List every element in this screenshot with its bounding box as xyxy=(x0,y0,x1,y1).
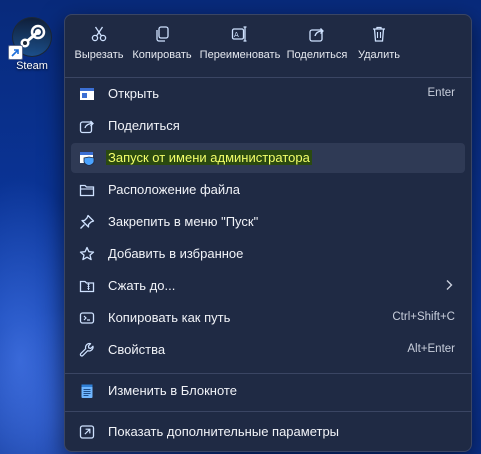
rename-icon: A xyxy=(231,26,247,42)
menu-item-copy-as-path[interactable]: Копировать как путь Ctrl+Shift+C xyxy=(71,303,465,333)
steam-desktop-shortcut[interactable]: Steam xyxy=(6,16,58,80)
cut-label: Вырезать xyxy=(74,49,124,61)
menu-item-label: Расположение файла xyxy=(108,182,240,197)
copy-button[interactable]: Копировать xyxy=(129,23,195,73)
zip-folder-icon xyxy=(79,280,95,293)
menu-item-file-location[interactable]: Расположение файла xyxy=(71,175,465,205)
menu-item-label: Открыть xyxy=(108,86,160,101)
trash-icon xyxy=(373,26,385,42)
menu-item-compress-to[interactable]: Сжать до... xyxy=(71,271,465,301)
pin-icon xyxy=(80,214,95,229)
menu-item-open[interactable]: Открыть Enter xyxy=(71,79,465,109)
menu-item-label: Копировать как путь xyxy=(108,310,231,325)
menu-item-pin-to-start[interactable]: Закрепить в меню "Пуск" xyxy=(71,207,465,237)
menu-item-label: Изменить в Блокноте xyxy=(108,383,237,398)
menu-item-shortcut: Enter xyxy=(427,87,456,99)
notepad-icon xyxy=(81,384,93,398)
wrench-icon xyxy=(79,342,94,357)
menu-item-edit-in-notepad[interactable]: Изменить в Блокноте xyxy=(71,376,465,406)
copy-path-icon xyxy=(79,312,95,324)
star-icon xyxy=(79,246,95,261)
menu-item-label: Поделиться xyxy=(108,118,180,133)
share-toolbar-button[interactable]: Поделиться xyxy=(284,23,350,73)
scissors-icon xyxy=(91,26,107,42)
menu-item-label: Закрепить в меню "Пуск" xyxy=(108,214,259,229)
menu-item-label: Добавить в избранное xyxy=(108,246,244,261)
menu-item-share[interactable]: Поделиться xyxy=(71,111,465,141)
divider xyxy=(65,77,471,78)
share-label: Поделиться xyxy=(286,49,348,61)
delete-label: Удалить xyxy=(358,49,400,61)
rename-label: Переименовать xyxy=(199,49,281,61)
menu-item-add-to-favorites[interactable]: Добавить в избранное xyxy=(71,239,465,269)
svg-text:A: A xyxy=(234,31,239,39)
menu-item-properties[interactable]: Свойства Alt+Enter xyxy=(71,335,465,365)
menu-item-label: Показать дополнительные параметры xyxy=(108,424,340,439)
menu-item-label: Запуск от имени администратора xyxy=(106,150,312,165)
shield-icon xyxy=(80,152,95,166)
copy-icon xyxy=(156,26,169,42)
chevron-right-icon xyxy=(446,280,453,290)
divider xyxy=(65,411,471,412)
shortcut-arrow-icon xyxy=(8,45,23,60)
menu-item-label: Свойства xyxy=(108,342,166,357)
menu-item-shortcut: Alt+Enter xyxy=(407,343,455,355)
open-window-icon xyxy=(80,88,94,100)
menu-item-shortcut: Ctrl+Shift+C xyxy=(392,311,455,323)
menu-item-label: Сжать до... xyxy=(108,278,176,293)
share-icon xyxy=(309,28,324,42)
more-options-icon xyxy=(79,425,95,439)
cut-button[interactable]: Вырезать xyxy=(69,23,129,73)
menu-item-run-as-admin[interactable]: Запуск от имени администратора xyxy=(71,143,465,173)
rename-button[interactable]: A Переименовать xyxy=(196,23,284,73)
share-icon xyxy=(79,120,94,134)
menu-item-show-more-options[interactable]: Показать дополнительные параметры xyxy=(71,417,465,447)
desktop-icon-label: Steam xyxy=(16,60,48,72)
context-menu: Вырезать Копировать A Переименовать Поде… xyxy=(64,14,472,452)
copy-label: Копировать xyxy=(132,49,192,61)
context-menu-toolbar: Вырезать Копировать A Переименовать Поде… xyxy=(65,15,471,77)
divider xyxy=(65,373,471,374)
delete-button[interactable]: Удалить xyxy=(351,23,407,73)
folder-icon xyxy=(79,184,95,197)
